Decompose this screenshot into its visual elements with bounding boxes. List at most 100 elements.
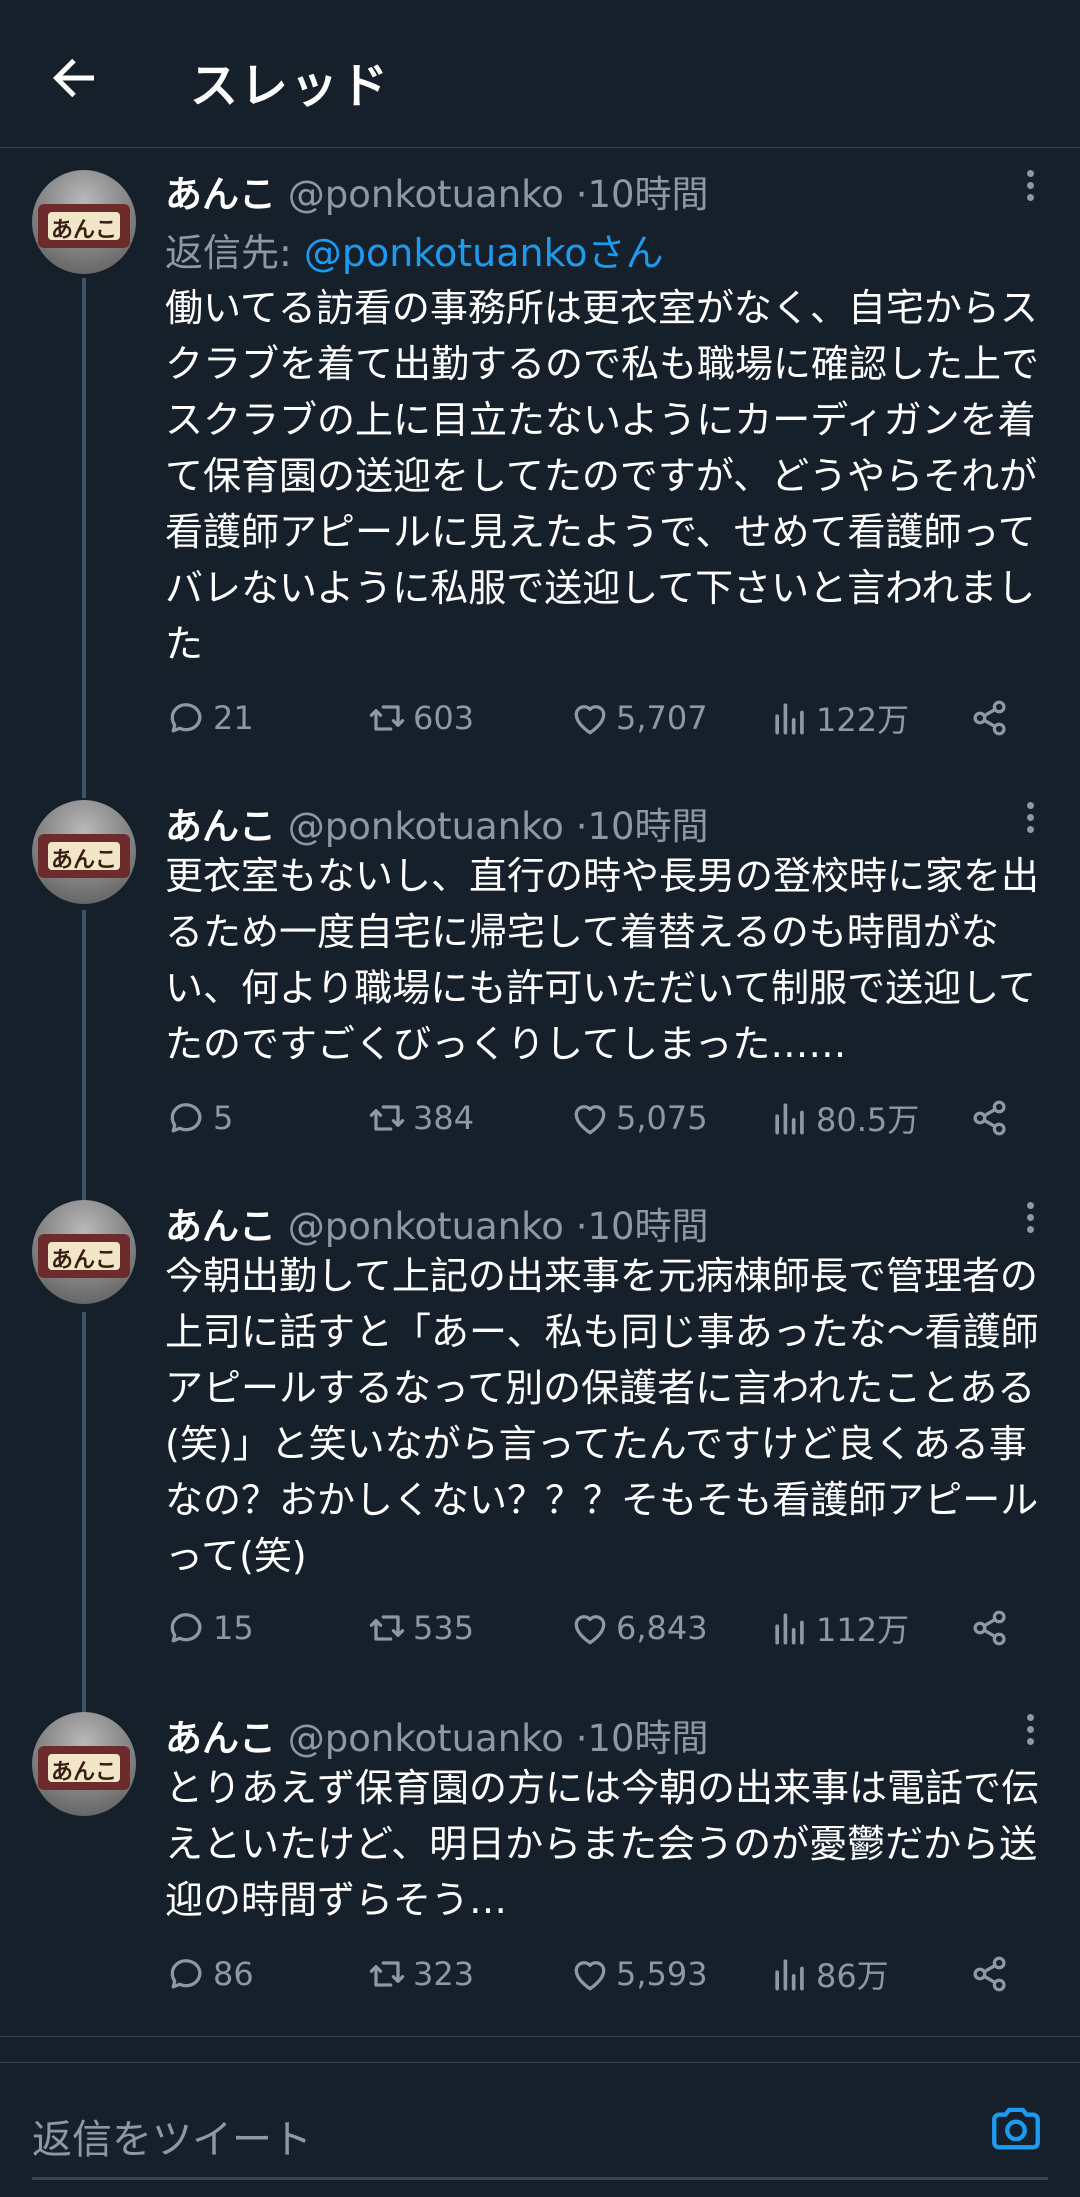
display-name[interactable]: あんこ xyxy=(165,1205,276,1248)
views-button[interactable]: 86万 xyxy=(768,1944,889,2004)
user-handle[interactable]: @ponkotuanko xyxy=(288,173,564,216)
input-underline xyxy=(32,2177,1048,2180)
more-options-button[interactable] xyxy=(1010,797,1050,847)
share-button[interactable] xyxy=(968,1598,1016,1658)
user-handle[interactable]: @ponkotuanko xyxy=(288,1717,564,1760)
share-icon xyxy=(973,1956,1006,1992)
more-options-button[interactable] xyxy=(1010,165,1050,215)
heart-icon xyxy=(574,1961,606,1991)
tweet-meta: あんこ @ponkotuanko ·10時間 xyxy=(165,1708,709,1762)
retweet-count: 535 xyxy=(413,1609,475,1647)
page-title: スレッド xyxy=(190,58,391,114)
share-button[interactable] xyxy=(968,688,1016,748)
like-count: 6,843 xyxy=(616,1609,708,1647)
tweet-meta: あんこ @ponkotuanko ·10時間 xyxy=(165,1196,709,1250)
like-count: 5,075 xyxy=(616,1099,708,1137)
reply-button[interactable]: 5 xyxy=(165,1088,233,1148)
retweet-icon xyxy=(369,1961,405,1987)
retweet-button[interactable]: 535 xyxy=(365,1598,474,1658)
separator-dot: · xyxy=(575,805,588,848)
reply-icon xyxy=(170,1613,202,1643)
views-chart-icon xyxy=(775,703,804,735)
heart-icon xyxy=(574,1105,606,1135)
view-count: 86万 xyxy=(816,1957,889,1995)
views-chart-icon xyxy=(775,1959,804,1991)
camera-button[interactable] xyxy=(985,2099,1047,2157)
like-button[interactable]: 5,075 xyxy=(568,1088,708,1148)
avatar[interactable]: あんこ xyxy=(32,170,136,274)
avatar[interactable]: あんこ xyxy=(32,1712,136,1816)
reply-input[interactable]: 返信をツイート xyxy=(32,2107,312,2165)
user-handle[interactable]: @ponkotuanko xyxy=(288,1205,564,1248)
avatar[interactable]: あんこ xyxy=(32,1200,136,1304)
more-options-button[interactable] xyxy=(1010,1197,1050,1247)
view-count: 112万 xyxy=(816,1611,910,1649)
retweet-button[interactable]: 323 xyxy=(365,1944,474,2004)
share-button[interactable] xyxy=(968,1944,1016,2004)
display-name[interactable]: あんこ xyxy=(165,173,276,216)
tweet-actions: 86 323 5,593 86万 xyxy=(0,1944,1080,2004)
share-button[interactable] xyxy=(968,1088,1016,1148)
reply-button[interactable]: 15 xyxy=(165,1598,254,1658)
tweet-actions: 21 603 5,707 122万 xyxy=(0,688,1080,748)
retweet-button[interactable]: 384 xyxy=(365,1088,474,1148)
like-button[interactable]: 5,593 xyxy=(568,1944,708,2004)
app-header: スレッド xyxy=(0,0,1080,148)
views-button[interactable]: 80.5万 xyxy=(768,1088,919,1148)
reply-button[interactable]: 21 xyxy=(165,688,254,748)
like-count: 5,707 xyxy=(616,699,708,737)
tweet-text: 働いてる訪看の事務所は更衣室がなく、自宅からスクラブを着て出勤するので私も職場に… xyxy=(165,286,1040,666)
reply-composer: 返信をツイート xyxy=(0,2062,1080,2197)
timestamp[interactable]: 10時間 xyxy=(587,1717,708,1760)
tweet-meta: あんこ @ponkotuanko ·10時間 xyxy=(165,796,709,850)
camera-icon xyxy=(992,2107,1040,2150)
more-options-button[interactable] xyxy=(1010,1709,1050,1759)
like-count: 5,593 xyxy=(616,1955,708,1993)
timestamp[interactable]: 10時間 xyxy=(587,173,708,216)
reply-count: 15 xyxy=(213,1609,254,1647)
retweet-icon xyxy=(369,1615,405,1641)
reply-count: 21 xyxy=(213,699,254,737)
tweet-text: 今朝出勤して上記の出来事を元病棟師長で管理者の上司に話すと「あー、私も同じ事あっ… xyxy=(165,1254,1039,1578)
retweet-button[interactable]: 603 xyxy=(365,688,474,748)
arrow-left-icon xyxy=(53,58,94,98)
retweet-icon xyxy=(369,1105,405,1131)
avatar[interactable]: あんこ xyxy=(32,800,136,904)
like-button[interactable]: 6,843 xyxy=(568,1598,708,1658)
reply-to: 返信先: @ponkotuankoさん xyxy=(165,231,664,275)
back-button[interactable] xyxy=(44,48,104,108)
views-chart-icon xyxy=(775,1613,804,1645)
share-icon xyxy=(973,1610,1006,1646)
heart-icon xyxy=(574,705,606,735)
user-handle[interactable]: @ponkotuanko xyxy=(288,805,564,848)
timestamp[interactable]: 10時間 xyxy=(587,805,708,848)
retweet-count: 323 xyxy=(413,1955,475,1993)
retweet-icon xyxy=(369,705,405,731)
tweet-meta: あんこ @ponkotuanko ·10時間 xyxy=(165,164,709,218)
timestamp[interactable]: 10時間 xyxy=(587,1205,708,1248)
views-chart-icon xyxy=(775,1103,804,1135)
views-button[interactable]: 122万 xyxy=(768,688,909,748)
reply-to-link[interactable]: @ponkotuankoさん xyxy=(304,231,664,275)
tweet-text: とりあえず保育園の方には今朝の出来事は電話で伝えといたけど、明日からまた会うのが… xyxy=(165,1766,1040,1922)
view-count: 80.5万 xyxy=(816,1101,920,1139)
tweet-actions: 5 384 5,075 80.5万 xyxy=(0,1088,1080,1148)
tweet-actions: 15 535 6,843 112万 xyxy=(0,1598,1080,1658)
display-name[interactable]: あんこ xyxy=(165,1717,276,1760)
reply-icon xyxy=(170,1103,202,1133)
reply-count: 86 xyxy=(213,1955,254,1993)
share-icon xyxy=(973,1100,1006,1136)
display-name[interactable]: あんこ xyxy=(165,805,276,848)
share-icon xyxy=(973,700,1006,736)
reply-icon xyxy=(170,1959,202,1989)
separator-dot: · xyxy=(575,1205,588,1248)
retweet-count: 603 xyxy=(413,699,475,737)
like-button[interactable]: 5,707 xyxy=(568,688,708,748)
reply-count: 5 xyxy=(213,1099,234,1137)
heart-icon xyxy=(574,1615,606,1645)
reply-button[interactable]: 86 xyxy=(165,1944,254,2004)
views-button[interactable]: 112万 xyxy=(768,1598,909,1658)
thread-line xyxy=(82,910,86,1200)
view-count: 122万 xyxy=(816,701,910,739)
divider xyxy=(0,2036,1080,2037)
